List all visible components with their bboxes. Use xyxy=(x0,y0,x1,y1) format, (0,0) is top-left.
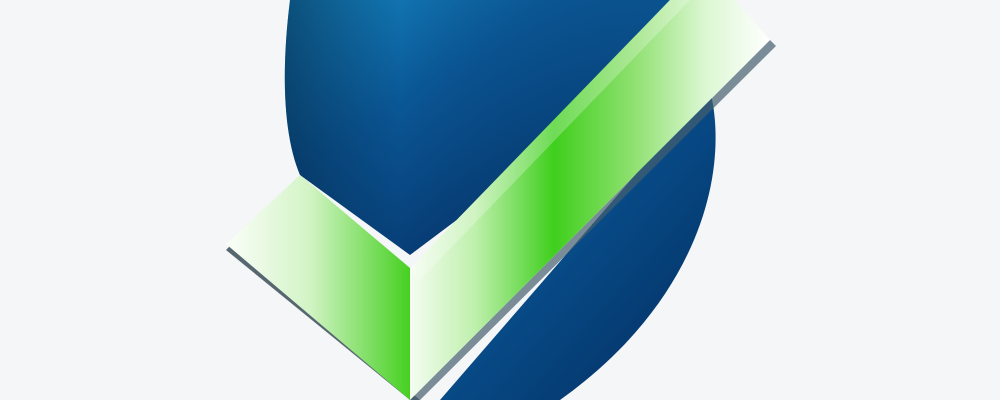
shield-check-icon xyxy=(226,0,776,400)
image-canvas xyxy=(0,0,1000,400)
